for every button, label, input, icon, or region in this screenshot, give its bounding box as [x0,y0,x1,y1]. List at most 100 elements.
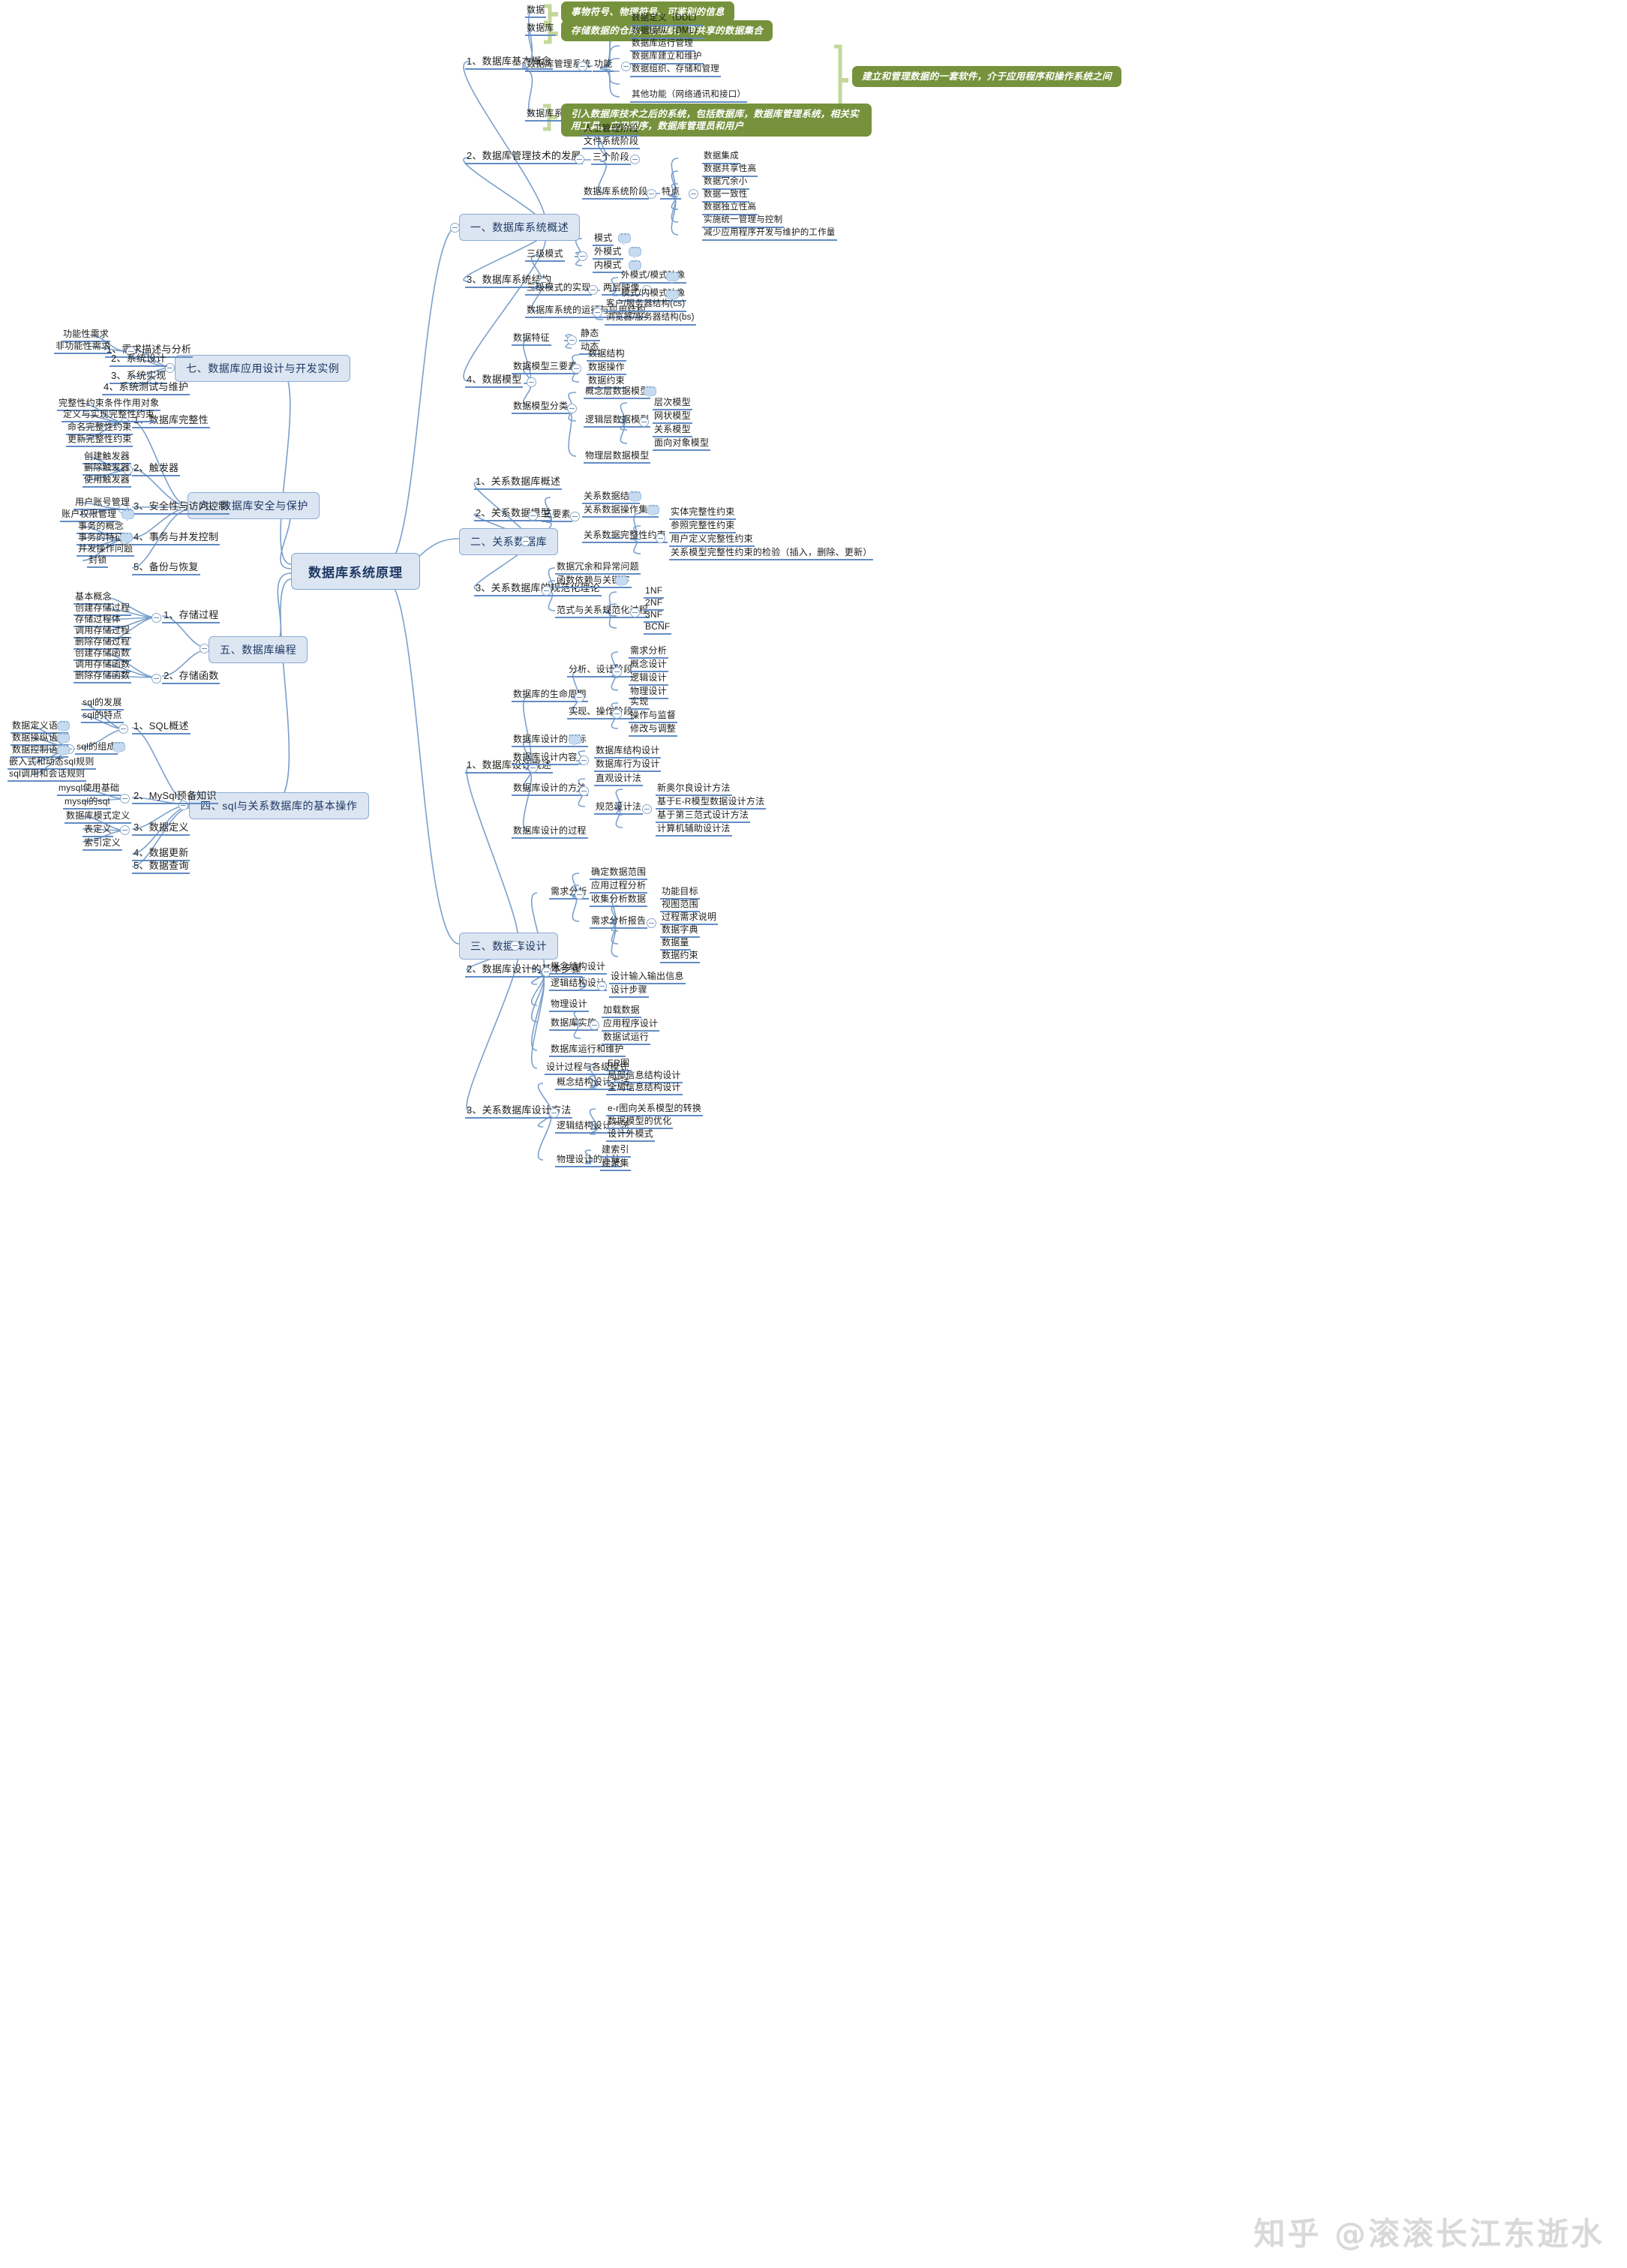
node-nonfunctional-req[interactable]: 非功能性需求 [54,341,113,354]
node-design-content[interactable]: 数据库设计内容 [512,752,579,765]
node-norm-0[interactable]: 数据冗余和异常问题 [555,561,641,575]
node-bs[interactable]: 浏览器/服务器结构(bs) [605,313,696,326]
node-logic-1[interactable]: 网状模型 [653,410,692,424]
node-txn-3[interactable]: 封锁 [87,554,109,568]
toggle-features[interactable] [689,189,698,199]
node-sql-composition[interactable]: sql的组成 [75,741,118,755]
note-bubble-icon[interactable] [644,383,656,398]
node-three-schemas[interactable]: 三级模式 [525,248,565,262]
toggle-stored-procedure[interactable] [152,613,161,623]
node-model-classification[interactable]: 数据模型分类 [512,401,570,414]
note-bubble-icon[interactable] [122,506,134,521]
node-relational-integrity[interactable]: 关系数据完整性约束 [582,530,668,543]
node-feat-5[interactable]: 实施统一管理与控制 [702,215,785,228]
node-impl-operation-phase[interactable]: 实现、操作阶段 [567,706,635,719]
toggle-logical-structure-design[interactable] [597,981,607,991]
node-index-def[interactable]: 索引定义 [83,837,122,851]
node-logic-3[interactable]: 面向对象模型 [653,437,711,451]
root-node[interactable]: 数据库系统原理 [291,553,420,590]
branch-7[interactable]: 七、数据库应用设计与开发实例 [175,355,351,382]
node-func-1[interactable]: 数据操纵（DML） [630,26,705,39]
node-req-1[interactable]: 应用过程分析 [590,880,648,894]
node-feat-2[interactable]: 数据冗余小 [702,177,749,190]
node-func-3[interactable]: 数据库建立和维护 [630,52,704,65]
note-bubble-icon[interactable] [647,501,659,517]
node-rm-three-elements[interactable]: 三要素 [542,509,572,522]
node-table-def[interactable]: 表定义 [83,824,113,837]
node-logicsd-1[interactable]: 设计步骤 [609,984,649,998]
note-bubble-icon[interactable] [629,257,641,272]
branch-5[interactable]: 五、数据库编程 [209,636,308,663]
node-conceptm-2[interactable]: 全局信息结构设计 [606,1082,683,1095]
node-report-4[interactable]: 数据量 [660,937,691,951]
node-report-3[interactable]: 数据字典 [660,924,700,938]
node-database[interactable]: 数据库 [525,23,556,36]
toggle-analysis-design-phase[interactable] [612,667,622,677]
node-impl-2[interactable]: 修改与调整 [629,723,678,737]
node-logicm-2[interactable]: 设计外模式 [606,1128,656,1142]
node-func-2[interactable]: 数据库运行管理 [630,39,695,52]
branch-2[interactable]: 二、关系数据库 [459,528,559,555]
node-content-1[interactable]: 数据库行为设计 [594,759,662,772]
node-mysql-sql[interactable]: mysql的sql [63,796,112,810]
note-bubble-icon[interactable] [666,286,679,302]
node-req-2[interactable]: 收集分析数据 [590,894,648,907]
node-integ-update[interactable]: 更新完整性约束 [66,434,134,447]
node-logicsd-0[interactable]: 设计输入输出信息 [609,971,686,984]
toggle-logical-model[interactable] [639,417,649,427]
toggle-db-deployment[interactable] [590,1020,599,1030]
node-feat-1[interactable]: 数据共享性高 [702,164,758,177]
node-feat-4[interactable]: 数据独立性高 [702,203,758,215]
toggle-three-stages[interactable] [630,155,640,164]
node-sql-overview[interactable]: 1、SQL概述 [132,720,191,734]
node-stored-procedure[interactable]: 1、存储过程 [162,609,221,623]
node-system-design[interactable]: 2、系统设计 [110,353,168,367]
node-schema[interactable]: 模式 [593,233,614,246]
note-bubble-icon[interactable] [629,488,641,503]
toggle-design-content[interactable] [579,755,589,765]
node-normmethod-0[interactable]: 新奥尔良设计方法 [656,783,732,796]
node-analysis-1[interactable]: 概念设计 [629,659,668,672]
node-db-run-maintain[interactable]: 数据库运行和维护 [549,1044,626,1057]
node-physm-0[interactable]: 建索引 [600,1144,631,1158]
node-rdb-overview[interactable]: 1、关系数据库概述 [474,476,563,490]
node-normative-method[interactable]: 规范设计法 [594,801,644,815]
node-stored-function[interactable]: 2、存储函数 [162,670,221,684]
node-impl-0[interactable]: 实现 [629,696,650,710]
note-bubble-icon[interactable] [629,243,641,259]
node-func-0[interactable]: 数据定义（DDL） [630,14,704,26]
node-stage-0[interactable]: 人工管理阶段 [582,123,641,137]
branch-1[interactable]: 一、数据库系统概述 [459,214,581,241]
toggle-sql-overview[interactable] [119,724,128,734]
node-logic-2[interactable]: 关系模型 [653,424,692,437]
node-normmethod-3[interactable]: 计算机辅助设计法 [656,823,732,837]
node-transaction-concurrency[interactable]: 4、事务与并发控制 [132,531,221,545]
node-data-query[interactable]: 5、数据查询 [132,860,191,874]
toggle-run-app-structure[interactable] [593,308,602,317]
node-backup-recovery[interactable]: 5、备份与恢复 [132,561,200,575]
note-bubble-icon[interactable] [666,268,679,284]
note-bubble-icon[interactable] [113,738,125,754]
node-feat-3[interactable]: 数据一致性 [702,190,749,203]
toggle-dbms[interactable] [578,62,587,71]
node-internal-schema[interactable]: 内模式 [593,260,623,273]
node-three-schema-impl[interactable]: 三级模式的实现 [525,282,593,296]
node-static[interactable]: 静态 [579,328,601,341]
node-sql-session[interactable]: sql调用和会话规则 [8,768,87,782]
toggle-data-definition[interactable] [120,825,130,835]
toggle-normalization-theory[interactable] [542,586,551,596]
toggle-model-classification[interactable] [567,404,577,413]
node-content-0[interactable]: 数据库结构设计 [594,745,662,759]
note-bubble-icon[interactable] [618,230,631,245]
node-conceptual-model[interactable]: 概念层数据模型 [584,386,651,399]
node-three-stages[interactable]: 三个阶段 [591,152,631,165]
toggle-impl-operation-phase[interactable] [612,709,622,719]
toggle-branch-1[interactable] [450,223,460,233]
node-schema-def[interactable]: 数据库模式定义 [65,810,132,824]
node-nf-3[interactable]: BCNF [644,621,672,635]
branch-3[interactable]: 三、数据库设计 [459,933,559,960]
node-feat-0[interactable]: 数据集成 [702,152,740,164]
node-cs[interactable]: 客户/服务器结构(cs) [605,299,687,312]
node-logicm-1[interactable]: 数据模型的优化 [606,1116,674,1129]
node-req-0[interactable]: 确定数据范围 [590,867,648,880]
